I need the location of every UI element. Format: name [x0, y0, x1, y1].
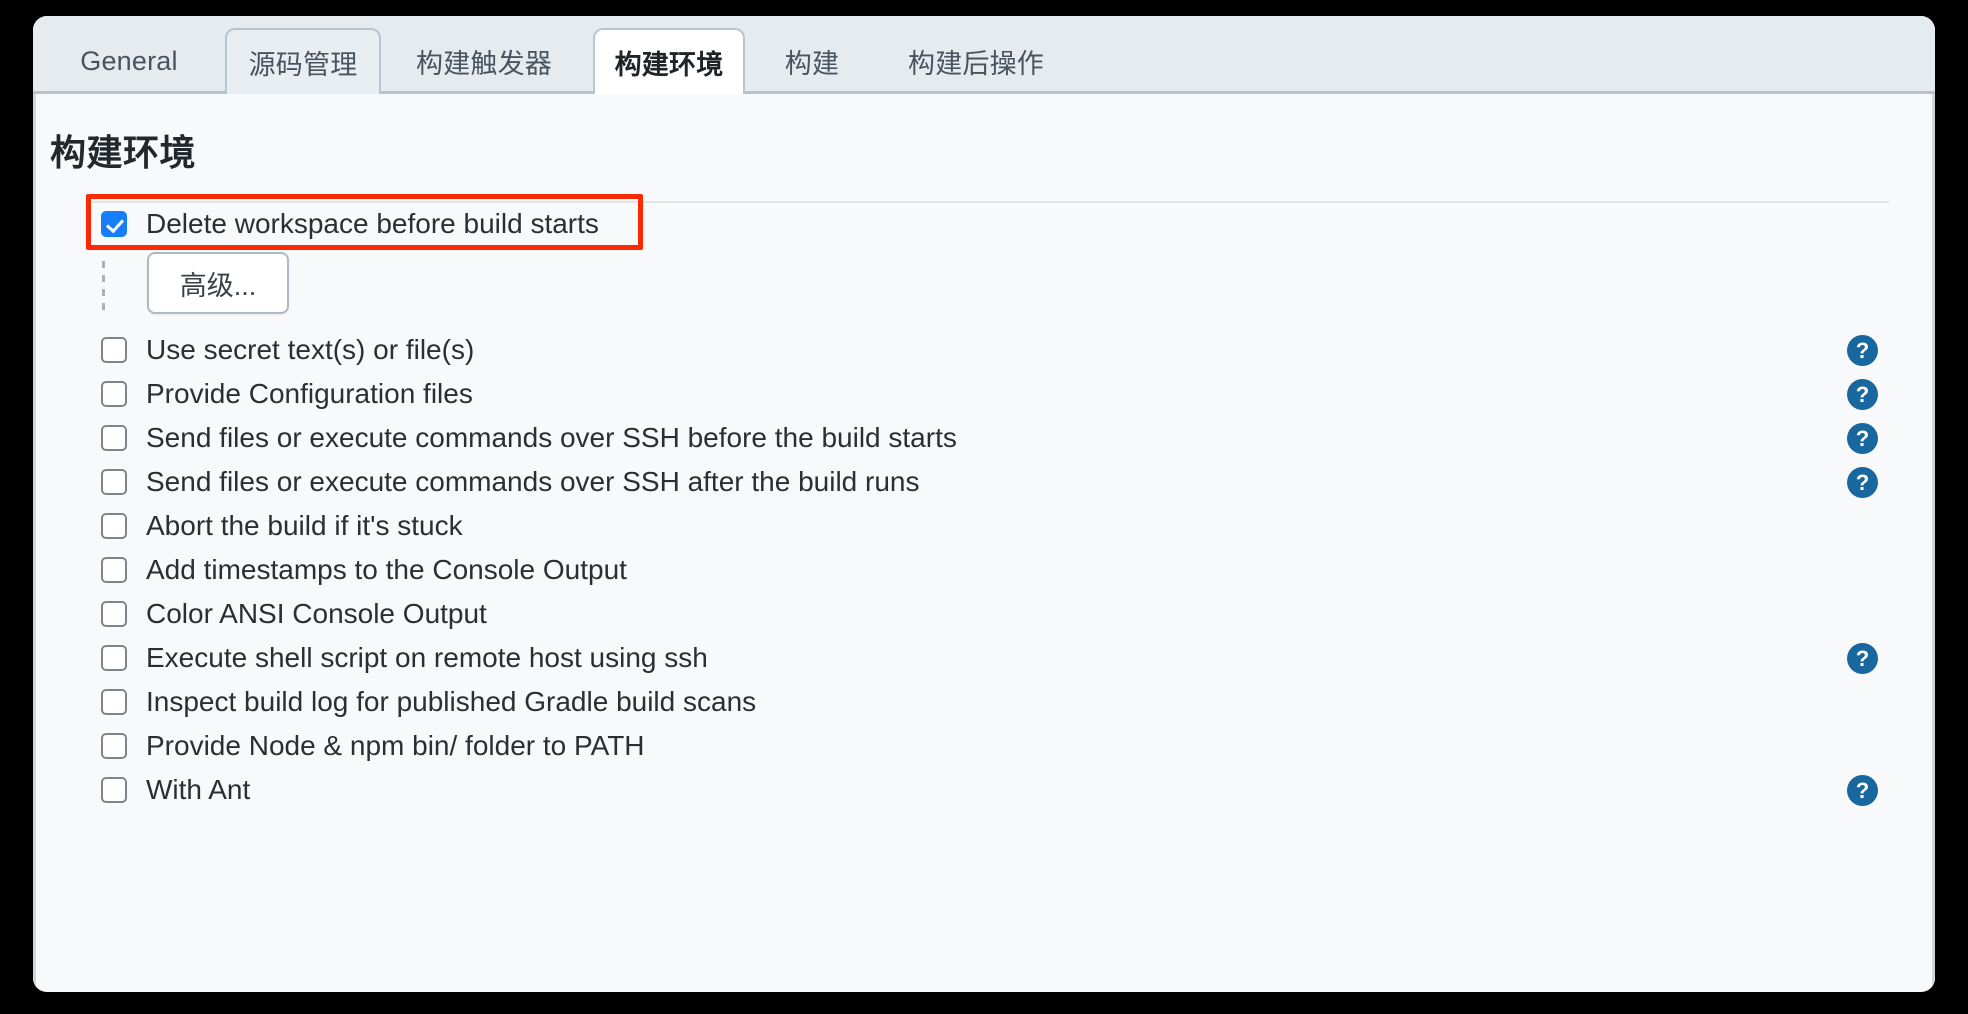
- option-label[interactable]: Abort the build if it's stuck: [146, 507, 463, 545]
- tab-label: 构建触发器: [416, 48, 552, 79]
- option-row: Use secret text(s) or file(s)?: [36, 328, 1932, 372]
- option-row: Send files or execute commands over SSH …: [36, 460, 1932, 504]
- option-label[interactable]: Execute shell script on remote host usin…: [146, 639, 708, 677]
- option-label[interactable]: Send files or execute commands over SSH …: [146, 463, 920, 501]
- tab-3[interactable]: 构建环境: [593, 28, 745, 94]
- option-label[interactable]: Delete workspace before build starts: [146, 205, 599, 243]
- config-tab-bar: General 源码管理 构建触发器 构建环境 构建 构建后操作: [33, 16, 1935, 94]
- option-row: Execute shell script on remote host usin…: [36, 636, 1932, 680]
- checkbox[interactable]: [101, 211, 127, 237]
- option-row: Abort the build if it's stuck: [36, 504, 1932, 548]
- checkbox[interactable]: [101, 601, 127, 627]
- option-row: With Ant?: [36, 768, 1932, 812]
- checkbox[interactable]: [101, 645, 127, 671]
- option-label[interactable]: Inspect build log for published Gradle b…: [146, 683, 756, 721]
- tab-1[interactable]: 源码管理: [225, 28, 381, 94]
- tab-2[interactable]: 构建触发器: [391, 28, 577, 94]
- tab-label: General: [80, 45, 178, 76]
- help-icon[interactable]: ?: [1847, 335, 1878, 366]
- build-environment-panel: 构建环境 Delete workspace before build start…: [33, 94, 1935, 992]
- option-row: Inspect build log for published Gradle b…: [36, 680, 1932, 724]
- tab-5[interactable]: 构建后操作: [881, 28, 1071, 94]
- option-label[interactable]: Send files or execute commands over SSH …: [146, 419, 957, 457]
- page-title: 构建环境: [50, 132, 197, 173]
- advanced-guide-line: [102, 261, 105, 311]
- option-label[interactable]: Use secret text(s) or file(s): [146, 331, 474, 369]
- advanced-button[interactable]: 高级...: [147, 252, 289, 314]
- checkbox[interactable]: [101, 689, 127, 715]
- tab-label: 构建环境: [614, 49, 724, 80]
- option-row: Add timestamps to the Console Output: [36, 548, 1932, 592]
- checkbox[interactable]: [101, 733, 127, 759]
- option-label[interactable]: Color ANSI Console Output: [146, 595, 487, 633]
- tab-label: 构建: [784, 48, 840, 79]
- checkbox[interactable]: [101, 425, 127, 451]
- help-icon[interactable]: ?: [1847, 775, 1878, 806]
- help-icon[interactable]: ?: [1847, 467, 1878, 498]
- checkbox[interactable]: [101, 777, 127, 803]
- option-label[interactable]: Provide Node & npm bin/ folder to PATH: [146, 727, 645, 765]
- jenkins-config-page: General 源码管理 构建触发器 构建环境 构建 构建后操作 构建环境 Delete …: [33, 16, 1935, 992]
- tab-label: 源码管理: [248, 49, 358, 80]
- checkbox[interactable]: [101, 513, 127, 539]
- tab-4[interactable]: 构建: [757, 28, 867, 94]
- option-row: Color ANSI Console Output: [36, 592, 1932, 636]
- option-label[interactable]: With Ant: [146, 771, 250, 809]
- option-label[interactable]: Provide Configuration files: [146, 375, 473, 413]
- option-row: Delete workspace before build starts: [36, 202, 1932, 246]
- option-row: Send files or execute commands over SSH …: [36, 416, 1932, 460]
- option-label[interactable]: Add timestamps to the Console Output: [146, 551, 627, 589]
- option-row: Provide Node & npm bin/ folder to PATH: [36, 724, 1932, 768]
- checkbox[interactable]: [101, 469, 127, 495]
- tab-0[interactable]: General: [41, 28, 217, 94]
- tab-label: 构建后操作: [908, 48, 1044, 79]
- checkbox[interactable]: [101, 337, 127, 363]
- help-icon[interactable]: ?: [1847, 423, 1878, 454]
- screenshot-frame: General 源码管理 构建触发器 构建环境 构建 构建后操作 构建环境 Delete …: [0, 0, 1968, 1014]
- option-row: Provide Configuration files?: [36, 372, 1932, 416]
- help-icon[interactable]: ?: [1847, 379, 1878, 410]
- checkbox[interactable]: [101, 381, 127, 407]
- help-icon[interactable]: ?: [1847, 643, 1878, 674]
- checkbox[interactable]: [101, 557, 127, 583]
